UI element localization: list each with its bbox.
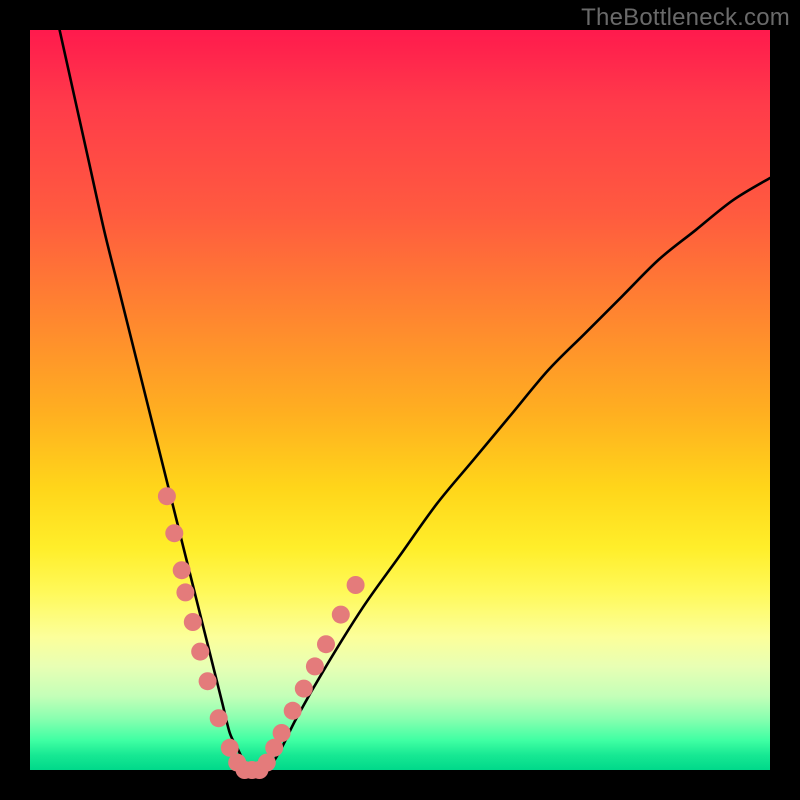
data-point: [176, 583, 194, 601]
data-point: [199, 672, 217, 690]
data-point: [317, 635, 335, 653]
data-point: [347, 576, 365, 594]
data-point: [306, 657, 324, 675]
data-point: [284, 702, 302, 720]
chart-svg: [30, 30, 770, 770]
data-point: [191, 643, 209, 661]
bottleneck-curve: [60, 30, 770, 772]
data-point: [295, 680, 313, 698]
data-point: [273, 724, 291, 742]
data-point: [158, 487, 176, 505]
plot-area: [30, 30, 770, 770]
chart-frame: TheBottleneck.com: [0, 0, 800, 800]
data-points-group: [158, 487, 365, 779]
watermark-text: TheBottleneck.com: [581, 4, 790, 32]
data-point: [165, 524, 183, 542]
data-point: [332, 606, 350, 624]
data-point: [210, 709, 228, 727]
data-point: [184, 613, 202, 631]
data-point: [173, 561, 191, 579]
